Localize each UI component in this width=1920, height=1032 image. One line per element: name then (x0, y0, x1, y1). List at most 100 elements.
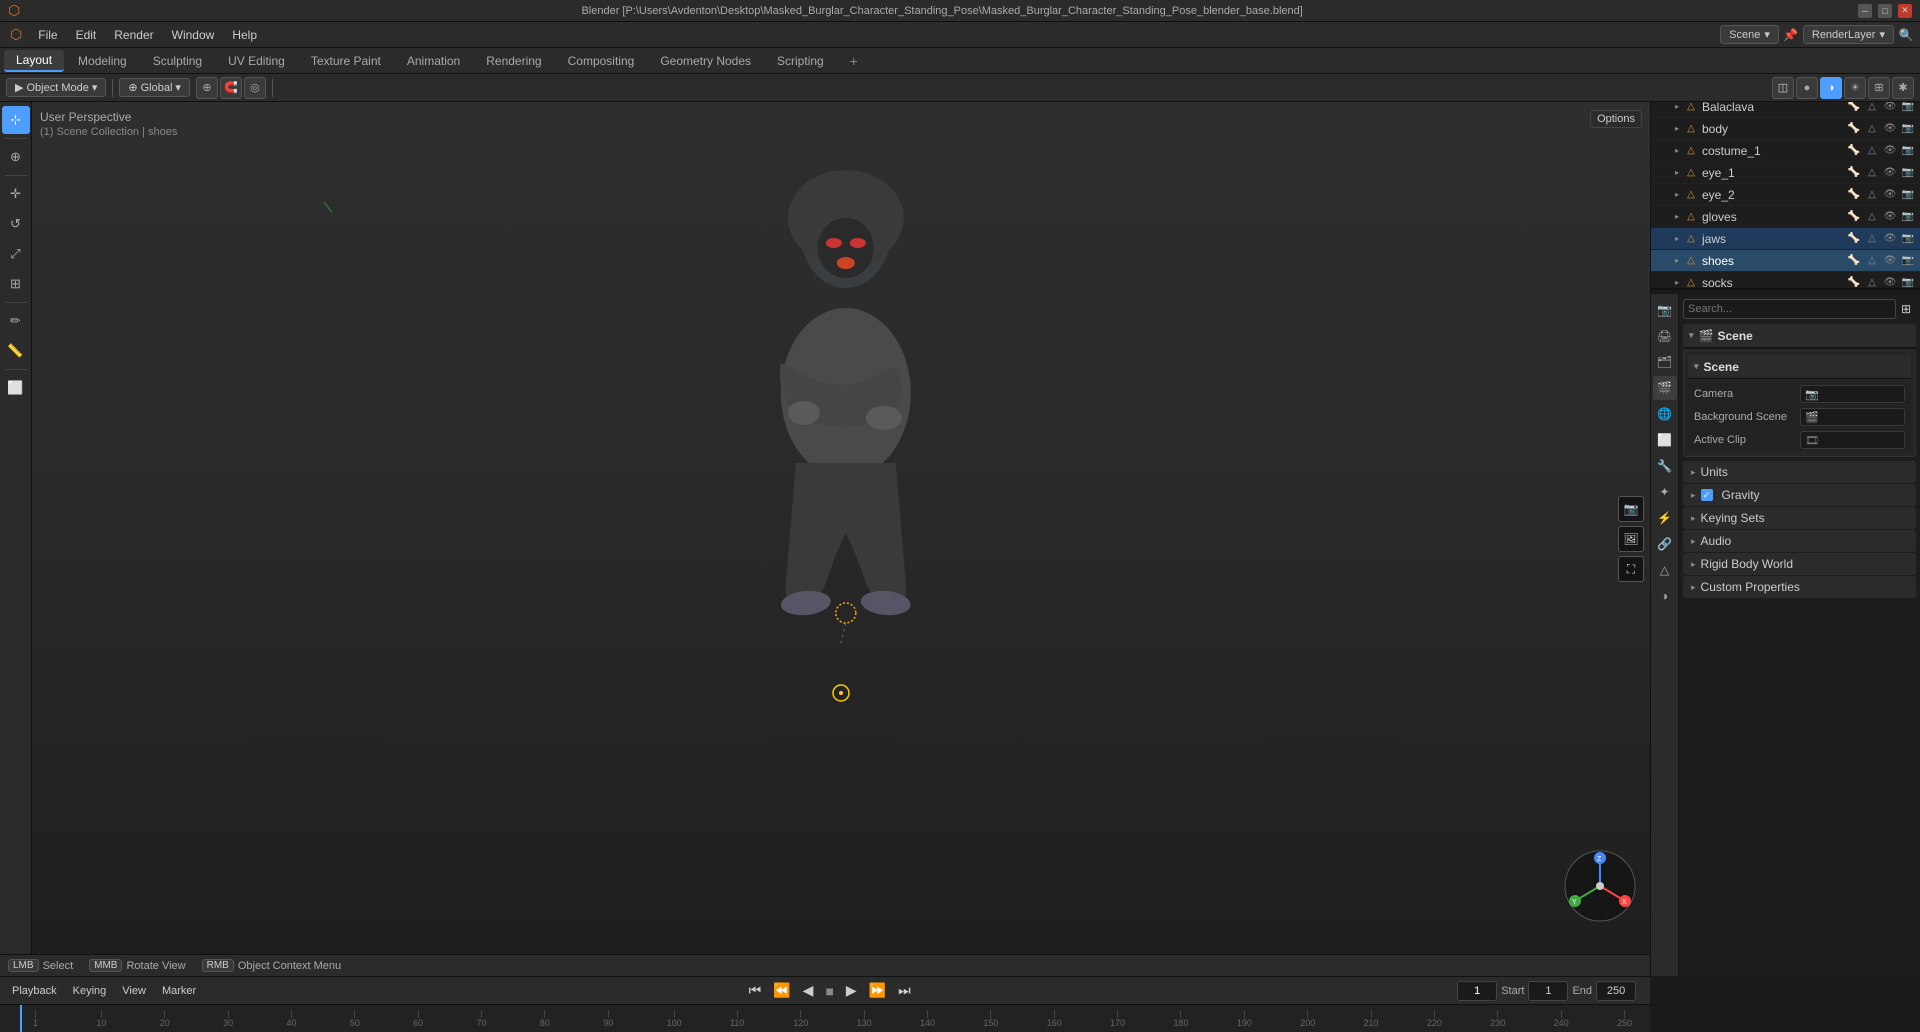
tab-modeling[interactable]: Modeling (66, 51, 139, 71)
render-view-btn[interactable]: 🖼 (1618, 526, 1644, 552)
tl-step-fwd-btn[interactable]: ⏩ (865, 980, 890, 1001)
scene-selector[interactable]: Scene▾ (1720, 25, 1779, 44)
viewport-options[interactable]: Options (1590, 110, 1642, 128)
rotate-tool-btn[interactable]: ↺ (2, 210, 30, 238)
timeline-frame-marker[interactable]: 130 (857, 1010, 872, 1028)
tl-jump-end-btn[interactable]: ⏭ (894, 980, 915, 1001)
timeline-frame-marker[interactable]: 160 (1047, 1010, 1062, 1028)
timeline-frame-marker[interactable]: 80 (540, 1010, 550, 1028)
menu-file[interactable]: File (30, 26, 65, 44)
transform-gizmo[interactable] (827, 679, 855, 707)
full-screen-btn[interactable]: ⛶ (1618, 556, 1644, 582)
list-item-gloves[interactable]: ▸ △ gloves 🦴 △ 👁 📷 (1651, 206, 1920, 228)
bone-icon[interactable]: 🦴 (1846, 143, 1862, 159)
eye-icon-item[interactable]: 👁 (1882, 275, 1898, 289)
bg-scene-value[interactable]: 🎬 (1800, 408, 1905, 426)
timeline-ruler[interactable]: 1102030405060708090100110120130140150160… (0, 1005, 1650, 1032)
rendered-btn[interactable]: ☀ (1844, 77, 1866, 99)
tl-keying-btn[interactable]: Keying (67, 983, 113, 999)
options-button[interactable]: Options (1590, 110, 1642, 128)
navigation-gizmo[interactable]: Z X Y (1560, 846, 1640, 926)
tab-texture-paint[interactable]: Texture Paint (299, 51, 393, 71)
props-scene-tab[interactable]: 🎬 (1653, 376, 1677, 400)
bone-icon[interactable]: 🦴 (1846, 165, 1862, 181)
list-item-eye1[interactable]: ▸ △ eye_1 🦴 △ 👁 📷 (1651, 162, 1920, 184)
add-workspace-button[interactable]: + (842, 50, 866, 72)
props-physics-tab[interactable]: ⚡ (1653, 506, 1677, 530)
props-render-tab[interactable]: 📷 (1653, 298, 1677, 322)
cam-icon-item[interactable]: 📷 (1900, 253, 1916, 269)
tab-uv-editing[interactable]: UV Editing (216, 51, 297, 71)
vert-icon[interactable]: △ (1864, 143, 1880, 159)
bone-icon[interactable]: 🦴 (1846, 231, 1862, 247)
mode-selector[interactable]: ▶ Object Mode ▾ (6, 78, 106, 97)
list-item-shoes[interactable]: ▸ △ shoes 🦴 △ 👁 📷 (1651, 250, 1920, 272)
timeline-frame-marker[interactable]: 190 (1237, 1010, 1252, 1028)
tl-jump-start-btn[interactable]: ⏮ (745, 980, 766, 1001)
cam-icon-item[interactable]: 📷 (1900, 187, 1916, 203)
eye-icon-item[interactable]: 👁 (1882, 253, 1898, 269)
timeline-frame-marker[interactable]: 140 (920, 1010, 935, 1028)
material-preview-btn[interactable]: ◑ (1820, 77, 1842, 99)
timeline-frame-marker[interactable]: 240 (1554, 1010, 1569, 1028)
timeline-frame-marker[interactable]: 180 (1173, 1010, 1188, 1028)
pivot-point-btn[interactable]: ⊕ (196, 77, 218, 99)
menu-render[interactable]: Render (106, 26, 161, 44)
timeline-frame-marker[interactable]: 150 (983, 1010, 998, 1028)
props-view-layer-tab[interactable]: 🗂 (1653, 350, 1677, 374)
search-header-icon[interactable]: 🔍 (1896, 25, 1916, 45)
solid-shading-btn[interactable]: ● (1796, 77, 1818, 99)
vert-icon[interactable]: △ (1864, 165, 1880, 181)
timeline-frame-marker[interactable]: 200 (1300, 1010, 1315, 1028)
timeline-frame-marker[interactable]: 70 (477, 1010, 487, 1028)
props-constraints-tab[interactable]: 🔗 (1653, 532, 1677, 556)
bone-icon[interactable]: 🦴 (1846, 209, 1862, 225)
props-particles-tab[interactable]: ✦ (1653, 480, 1677, 504)
timeline-frame-marker[interactable]: 10 (96, 1010, 106, 1028)
vert-icon[interactable]: △ (1864, 253, 1880, 269)
scale-tool-btn[interactable]: ⤢ (2, 240, 30, 268)
start-frame-input[interactable] (1528, 981, 1568, 1001)
add-cube-btn[interactable]: ⬜ (2, 374, 30, 402)
timeline-frame-marker[interactable]: 60 (413, 1010, 423, 1028)
list-item-eye2[interactable]: ▸ △ eye_2 🦴 △ 👁 📷 (1651, 184, 1920, 206)
timeline-frame-marker[interactable]: 30 (223, 1010, 233, 1028)
proportional-edit-btn[interactable]: ◎ (244, 77, 266, 99)
tab-sculpting[interactable]: Sculpting (141, 51, 214, 71)
cam-icon-item[interactable]: 📷 (1900, 165, 1916, 181)
xray-btn[interactable]: ◫ (1772, 77, 1794, 99)
list-item-socks[interactable]: ▸ △ socks 🦴 △ 👁 📷 (1651, 272, 1920, 288)
eye-icon-item[interactable]: 👁 (1882, 121, 1898, 137)
cam-icon-item[interactable]: 📷 (1900, 275, 1916, 289)
menu-blender[interactable]: ⬡ (4, 26, 28, 43)
props-modifier-tab[interactable]: 🔧 (1653, 454, 1677, 478)
timeline-frame-marker[interactable]: 90 (603, 1010, 613, 1028)
snap-btn[interactable]: 🧲 (220, 77, 242, 99)
list-item-costume1[interactable]: ▸ △ costume_1 🦴 △ 👁 📷 (1651, 140, 1920, 162)
transform-tool-btn[interactable]: ⊞ (2, 270, 30, 298)
tl-play-btn[interactable]: ▶ (842, 980, 861, 1001)
audio-section-header[interactable]: ▸ Audio (1683, 530, 1916, 552)
tl-playback-btn[interactable]: Playback (6, 983, 63, 999)
custom-props-section-header[interactable]: ▸ Custom Properties (1683, 576, 1916, 598)
pin-icon[interactable]: 📌 (1781, 25, 1801, 45)
keying-sets-section-header[interactable]: ▸ Keying Sets (1683, 507, 1916, 529)
bone-icon[interactable]: 🦴 (1846, 121, 1862, 137)
timeline-frame-marker[interactable]: 210 (1364, 1010, 1379, 1028)
timeline-frame-marker[interactable]: 250 (1617, 1010, 1632, 1028)
eye-icon-item[interactable]: 👁 (1882, 187, 1898, 203)
tl-step-back-btn[interactable]: ⏪ (769, 980, 794, 1001)
cam-icon-item[interactable]: 📷 (1900, 121, 1916, 137)
tl-stop-btn[interactable]: ■ (821, 981, 837, 1001)
timeline-frame-marker[interactable]: 50 (350, 1010, 360, 1028)
list-item-body[interactable]: ▸ △ body 🦴 △ 👁 📷 (1651, 118, 1920, 140)
viewport-3d[interactable]: .grid-line { stroke: #444; stroke-width:… (32, 102, 1650, 976)
tl-play-back-btn[interactable]: ◀ (799, 980, 818, 1001)
eye-icon-item[interactable]: 👁 (1882, 143, 1898, 159)
menu-window[interactable]: Window (164, 26, 223, 44)
props-material-tab[interactable]: ◑ (1653, 584, 1677, 608)
timeline-frame-marker[interactable]: 40 (286, 1010, 296, 1028)
units-section-header[interactable]: ▸ Units (1683, 461, 1916, 483)
annotate-tool-btn[interactable]: ✏ (2, 307, 30, 335)
vert-icon[interactable]: △ (1864, 275, 1880, 289)
